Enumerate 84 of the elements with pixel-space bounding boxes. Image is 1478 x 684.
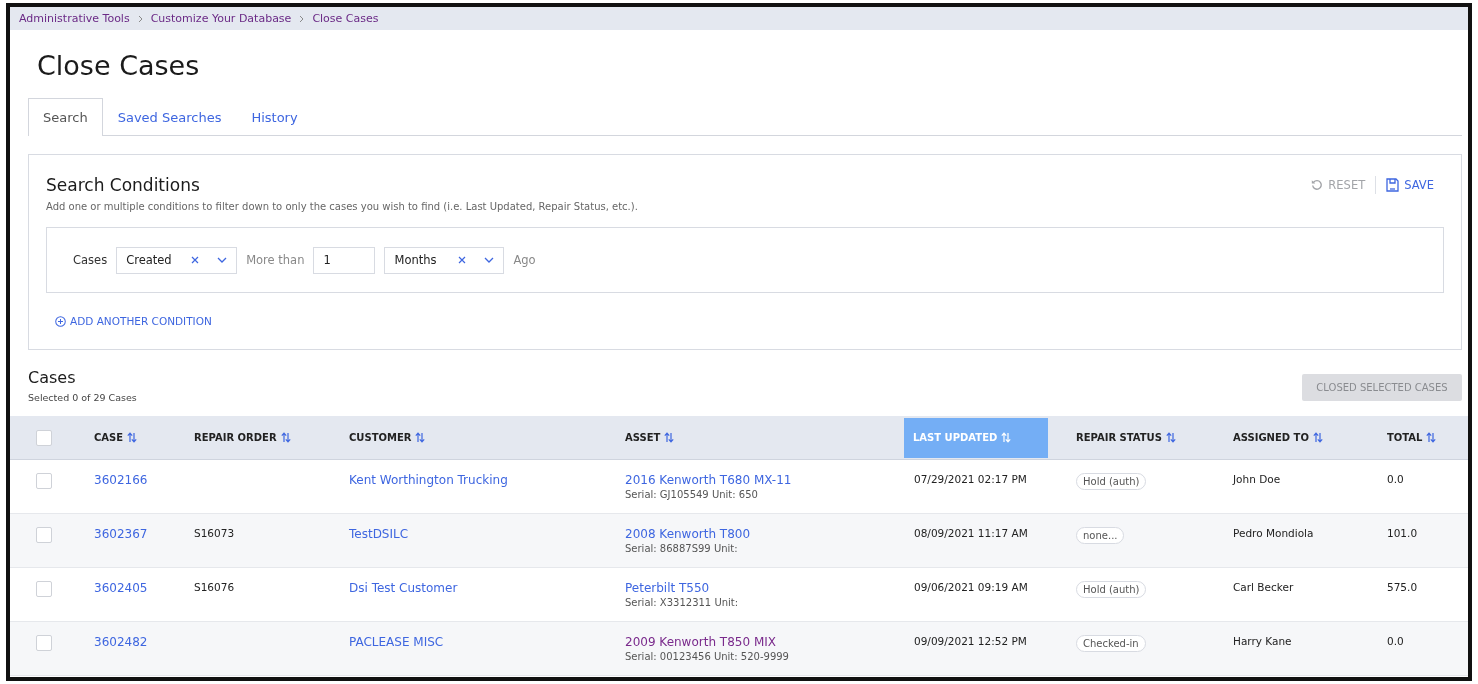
repair-order-text: S16073 (194, 526, 235, 540)
sort-icon (127, 432, 138, 443)
comparator-label: More than (246, 253, 305, 267)
tab[interactable]: History (236, 98, 313, 135)
amount-input-field[interactable]: 1 (313, 246, 376, 274)
row-checkbox[interactable] (36, 635, 52, 651)
clear-icon[interactable] (458, 256, 467, 264)
dropdown-value: Months (394, 253, 438, 267)
suffix-label: Ago (513, 253, 536, 267)
date-text: 09/09/2021 12:52 PM (914, 634, 1027, 648)
sort-icon (1001, 432, 1012, 443)
case-link[interactable]: 3602482 (94, 634, 148, 650)
chevron-right-icon (137, 14, 143, 23)
page-title: Close Cases (36, 49, 201, 83)
customer-link[interactable]: Dsi Test Customer (349, 580, 458, 596)
section-title: Cases (28, 368, 77, 388)
asset-serial-text: Serial: X3312311 Unit: (625, 596, 739, 609)
asset-link[interactable]: 2009 Kenworth T850 MIX (625, 634, 776, 650)
panel-title: Search Conditions (46, 175, 200, 195)
asset-serial-text: Serial: 00123456 Unit: 520-9999 (625, 650, 789, 663)
sort-icon (280, 432, 291, 443)
asset-link[interactable]: Peterbilt T550 (625, 580, 710, 596)
selection-summary: Selected 0 of 29 Cases (28, 391, 137, 404)
case-link[interactable]: 3602166 (94, 472, 148, 488)
column-header[interactable]: REPAIR STATUS (1066, 417, 1185, 458)
column-header[interactable]: TOTAL (1377, 417, 1446, 458)
select-all-checkbox[interactable] (36, 429, 52, 446)
customer-link[interactable]: PACLEASE MISC (349, 634, 444, 650)
assignee-text: John Doe (1233, 472, 1281, 486)
assignee-text: Harry Kane (1233, 634, 1292, 648)
breadcrumb-link[interactable]: Customize Your Database (150, 12, 292, 25)
clear-icon[interactable] (191, 256, 200, 264)
sort-icon (1312, 432, 1323, 443)
total-text: 0.0 (1387, 634, 1404, 648)
total-text: 0.0 (1387, 472, 1404, 486)
tab[interactable]: Search (28, 98, 103, 136)
status-badge: none... (1076, 527, 1125, 544)
breadcrumb-link[interactable]: Close Cases (312, 12, 379, 25)
column-header[interactable]: CASE (84, 417, 147, 458)
panel-description: Add one or multiple conditions to filter down to only the cases you wish to find (i.e. Last Updated, Repair Status, etc.). (46, 200, 639, 214)
chevron-down-icon (484, 257, 495, 263)
column-header[interactable]: ASSIGNED TO (1223, 417, 1332, 458)
asset-serial-text: Serial: 86887S99 Unit: (625, 542, 738, 555)
sort-icon (1165, 432, 1176, 443)
sort-icon (664, 432, 675, 443)
condition-subject-label: Cases (73, 253, 108, 267)
plus-circle-icon (55, 315, 66, 327)
assignee-text: Carl Becker (1233, 580, 1294, 594)
chevron-right-icon (299, 14, 305, 23)
add-condition-link[interactable]: ADD ANOTHER CONDITION (55, 314, 212, 328)
dropdown-value: Created (126, 253, 173, 267)
column-header[interactable]: CUSTOMER (339, 417, 435, 458)
row-checkbox[interactable] (36, 527, 52, 543)
customer-link[interactable]: TestDSILC (349, 526, 409, 542)
chevron-down-icon (217, 257, 228, 263)
status-badge: Hold (auth) (1076, 473, 1147, 490)
status-badge: Checked-in (1076, 635, 1146, 652)
unit-dropdown[interactable]: Months (384, 246, 505, 274)
column-header[interactable]: ASSET (615, 417, 684, 458)
total-text: 575.0 (1387, 580, 1418, 594)
repair-order-text: S16076 (194, 580, 235, 594)
save-icon (1386, 178, 1400, 192)
sort-icon (415, 432, 426, 443)
field-dropdown[interactable]: Created (116, 246, 238, 274)
date-text: 07/29/2021 02:17 PM (914, 472, 1027, 486)
case-link[interactable]: 3602405 (94, 580, 148, 596)
sort-icon (1426, 432, 1437, 443)
total-text: 101.0 (1387, 526, 1418, 540)
date-text: 09/06/2021 09:19 AM (914, 580, 1028, 594)
date-text: 08/09/2021 11:17 AM (914, 526, 1028, 540)
asset-link[interactable]: 2008 Kenworth T800 (625, 526, 751, 542)
asset-serial-text: Serial: GJ105549 Unit: 650 (625, 488, 758, 501)
row-checkbox[interactable] (36, 581, 52, 597)
assignee-text: Pedro Mondiola (1233, 526, 1314, 540)
asset-link[interactable]: 2016 Kenworth T680 MX-11 (625, 472, 792, 488)
tab[interactable]: Saved Searches (102, 98, 237, 135)
customer-link[interactable]: Kent Worthington Trucking (349, 472, 508, 488)
reset-icon (1311, 179, 1324, 191)
column-header[interactable]: REPAIR ORDER (184, 417, 300, 458)
breadcrumb-link[interactable]: Administrative Tools (19, 12, 130, 25)
row-checkbox[interactable] (36, 473, 52, 489)
status-badge: Hold (auth) (1076, 581, 1147, 598)
save-button[interactable]: SAVE (1386, 178, 1434, 192)
case-link[interactable]: 3602367 (94, 526, 148, 542)
